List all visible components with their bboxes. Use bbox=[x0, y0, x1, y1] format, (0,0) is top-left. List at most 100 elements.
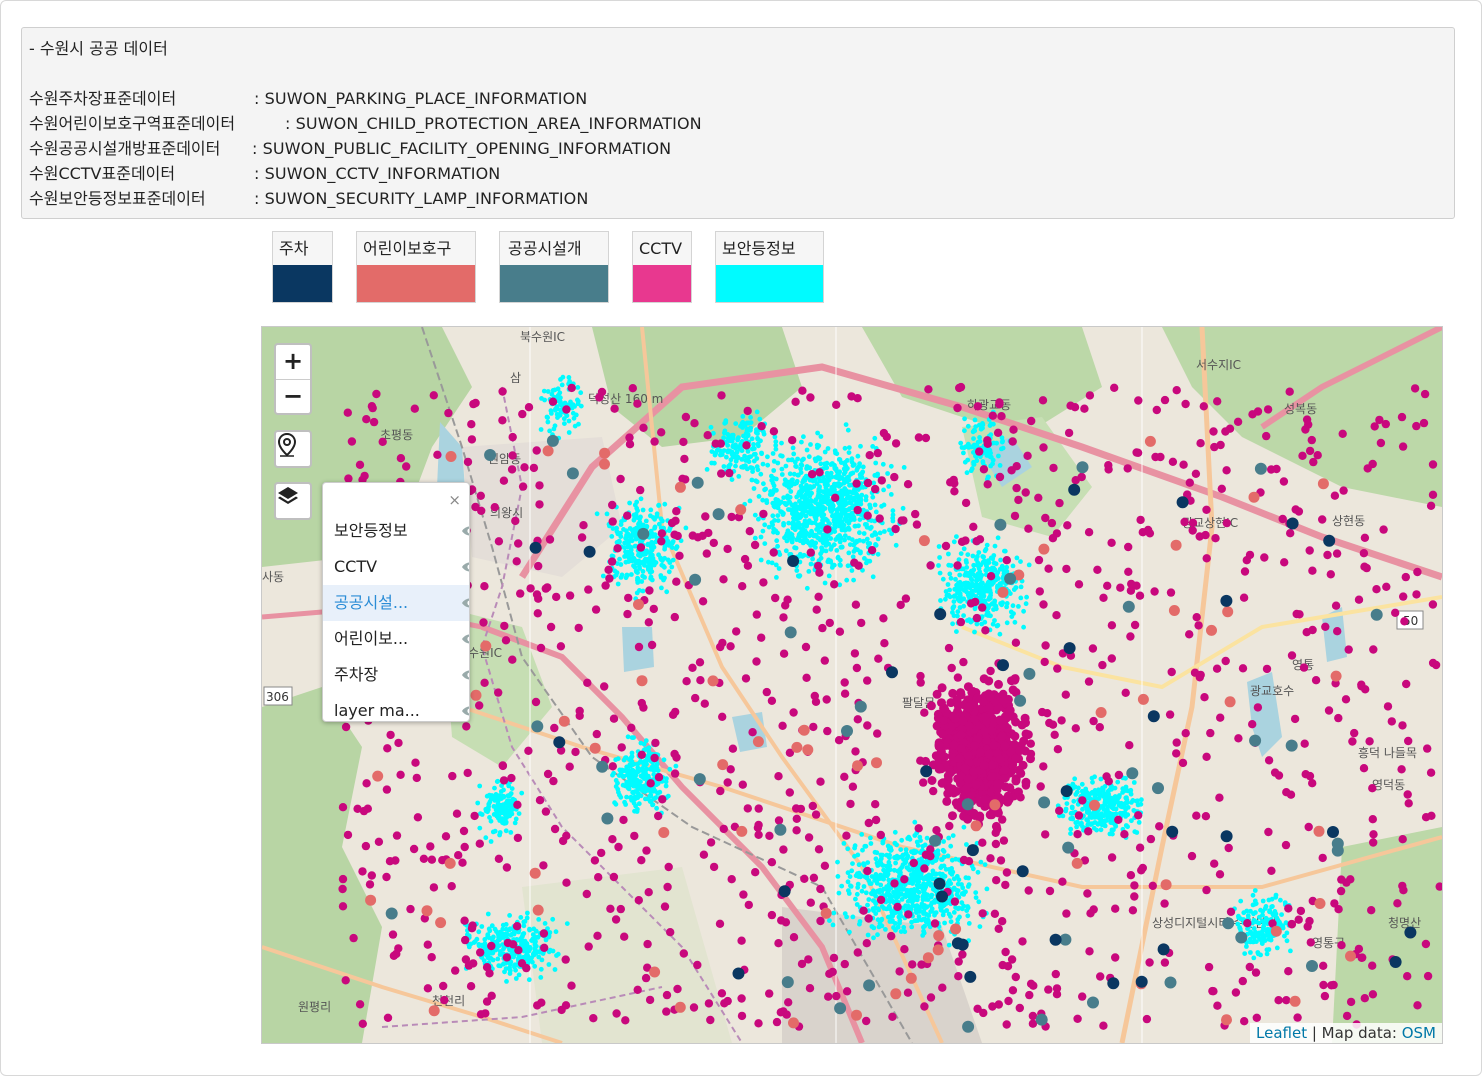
security-lamp-marker bbox=[666, 569, 672, 575]
security-lamp-marker bbox=[941, 863, 947, 869]
security-lamp-marker bbox=[1237, 925, 1242, 930]
security-lamp-marker bbox=[1079, 781, 1085, 787]
cctv-marker bbox=[1125, 741, 1134, 750]
cctv-marker bbox=[963, 702, 973, 712]
security-lamp-marker bbox=[973, 581, 979, 587]
cctv-marker bbox=[1365, 737, 1374, 746]
security-lamp-marker bbox=[1268, 937, 1274, 943]
route-shield: 306 bbox=[266, 690, 289, 704]
security-lamp-marker bbox=[818, 434, 824, 439]
security-lamp-marker bbox=[885, 471, 890, 476]
security-lamp-marker bbox=[1269, 904, 1274, 910]
map-view[interactable]: 삼 초평동 원암동 의왕시 하광교동 서수지IC 성복동 상현동 광교상현IC … bbox=[261, 326, 1443, 1044]
security-lamp-marker bbox=[1094, 827, 1099, 833]
cctv-marker bbox=[862, 939, 871, 948]
security-lamp-marker bbox=[995, 535, 1001, 541]
security-lamp-marker bbox=[873, 532, 879, 537]
security-lamp-marker bbox=[627, 500, 632, 506]
cctv-marker bbox=[846, 799, 855, 809]
security-lamp-marker bbox=[948, 575, 954, 581]
cctv-marker bbox=[1398, 835, 1407, 844]
security-lamp-marker bbox=[546, 962, 552, 967]
security-lamp-marker bbox=[804, 447, 810, 453]
cctv-marker bbox=[513, 800, 522, 809]
cctv-marker bbox=[502, 953, 512, 962]
security-lamp-marker bbox=[1105, 788, 1111, 794]
security-lamp-marker bbox=[845, 846, 851, 852]
security-lamp-marker bbox=[856, 862, 862, 868]
security-lamp-marker bbox=[862, 556, 867, 561]
security-lamp-marker bbox=[640, 522, 646, 528]
security-lamp-marker bbox=[875, 906, 881, 911]
security-lamp-marker bbox=[1118, 811, 1124, 816]
security-lamp-marker bbox=[657, 789, 663, 795]
cctv-marker bbox=[1224, 843, 1233, 853]
cctv-marker bbox=[1298, 451, 1307, 460]
cctv-marker bbox=[607, 557, 617, 566]
cctv-marker bbox=[1324, 706, 1334, 715]
cctv-marker bbox=[1334, 905, 1343, 914]
cctv-marker bbox=[850, 558, 859, 567]
cctv-marker bbox=[805, 984, 815, 993]
cctv-marker bbox=[1279, 477, 1289, 486]
security-lamp-marker bbox=[496, 793, 502, 798]
security-lamp-marker bbox=[879, 916, 885, 922]
security-lamp-marker bbox=[961, 596, 967, 602]
cctv-marker bbox=[467, 420, 476, 429]
security-lamp-marker bbox=[965, 913, 971, 919]
cctv-marker bbox=[696, 676, 705, 685]
place-label: 상현동 bbox=[1332, 514, 1365, 528]
security-lamp-marker bbox=[795, 456, 800, 462]
security-lamp-marker bbox=[892, 829, 898, 835]
security-lamp-marker bbox=[752, 535, 758, 541]
security-lamp-marker bbox=[635, 577, 640, 583]
security-lamp-marker bbox=[939, 857, 945, 862]
cctv-marker bbox=[1293, 1013, 1302, 1022]
security-lamp-marker bbox=[785, 531, 790, 537]
cctv-marker bbox=[938, 729, 948, 739]
security-lamp-marker bbox=[828, 536, 834, 541]
security-lamp-marker bbox=[816, 486, 822, 492]
cctv-marker bbox=[851, 600, 861, 609]
security-lamp-marker bbox=[922, 923, 927, 929]
cctv-marker bbox=[1018, 937, 1027, 946]
security-lamp-marker bbox=[953, 576, 958, 582]
security-lamp-marker bbox=[501, 946, 506, 952]
security-lamp-marker bbox=[654, 805, 659, 811]
security-lamp-marker bbox=[841, 471, 847, 477]
security-lamp-marker bbox=[965, 552, 971, 557]
cctv-marker bbox=[875, 514, 884, 523]
security-lamp-marker bbox=[976, 566, 982, 571]
cctv-marker bbox=[1342, 1011, 1352, 1021]
security-lamp-marker bbox=[785, 493, 790, 499]
cctv-marker bbox=[996, 715, 1005, 725]
security-lamp-marker bbox=[479, 942, 485, 948]
security-lamp-marker bbox=[771, 459, 777, 464]
security-lamp-marker bbox=[887, 863, 893, 869]
cctv-marker bbox=[1179, 460, 1188, 469]
security-lamp-marker bbox=[769, 520, 775, 526]
security-lamp-marker bbox=[880, 461, 886, 467]
security-lamp-marker bbox=[839, 883, 845, 889]
cctv-marker bbox=[1379, 525, 1388, 534]
place-label: 흥덕 나들목 bbox=[1358, 746, 1417, 760]
security-lamp-marker bbox=[915, 879, 920, 885]
security-lamp-marker bbox=[805, 491, 810, 496]
security-lamp-marker bbox=[488, 818, 494, 824]
security-lamp-marker bbox=[485, 911, 491, 917]
security-lamp-marker bbox=[853, 523, 858, 529]
cctv-marker bbox=[1240, 1017, 1249, 1026]
cctv-marker bbox=[650, 437, 659, 446]
cctv-marker bbox=[927, 776, 937, 785]
security-lamp-marker bbox=[906, 888, 912, 893]
security-lamp-marker bbox=[859, 832, 865, 837]
cctv-marker bbox=[1368, 961, 1377, 970]
security-lamp-marker bbox=[846, 507, 852, 512]
cctv-marker bbox=[394, 738, 403, 748]
security-lamp-marker bbox=[627, 757, 632, 762]
security-lamp-marker bbox=[1098, 818, 1104, 824]
security-lamp-marker bbox=[874, 850, 880, 856]
security-lamp-marker bbox=[543, 937, 549, 943]
security-lamp-marker bbox=[946, 867, 952, 872]
cctv-marker bbox=[1213, 397, 1222, 406]
